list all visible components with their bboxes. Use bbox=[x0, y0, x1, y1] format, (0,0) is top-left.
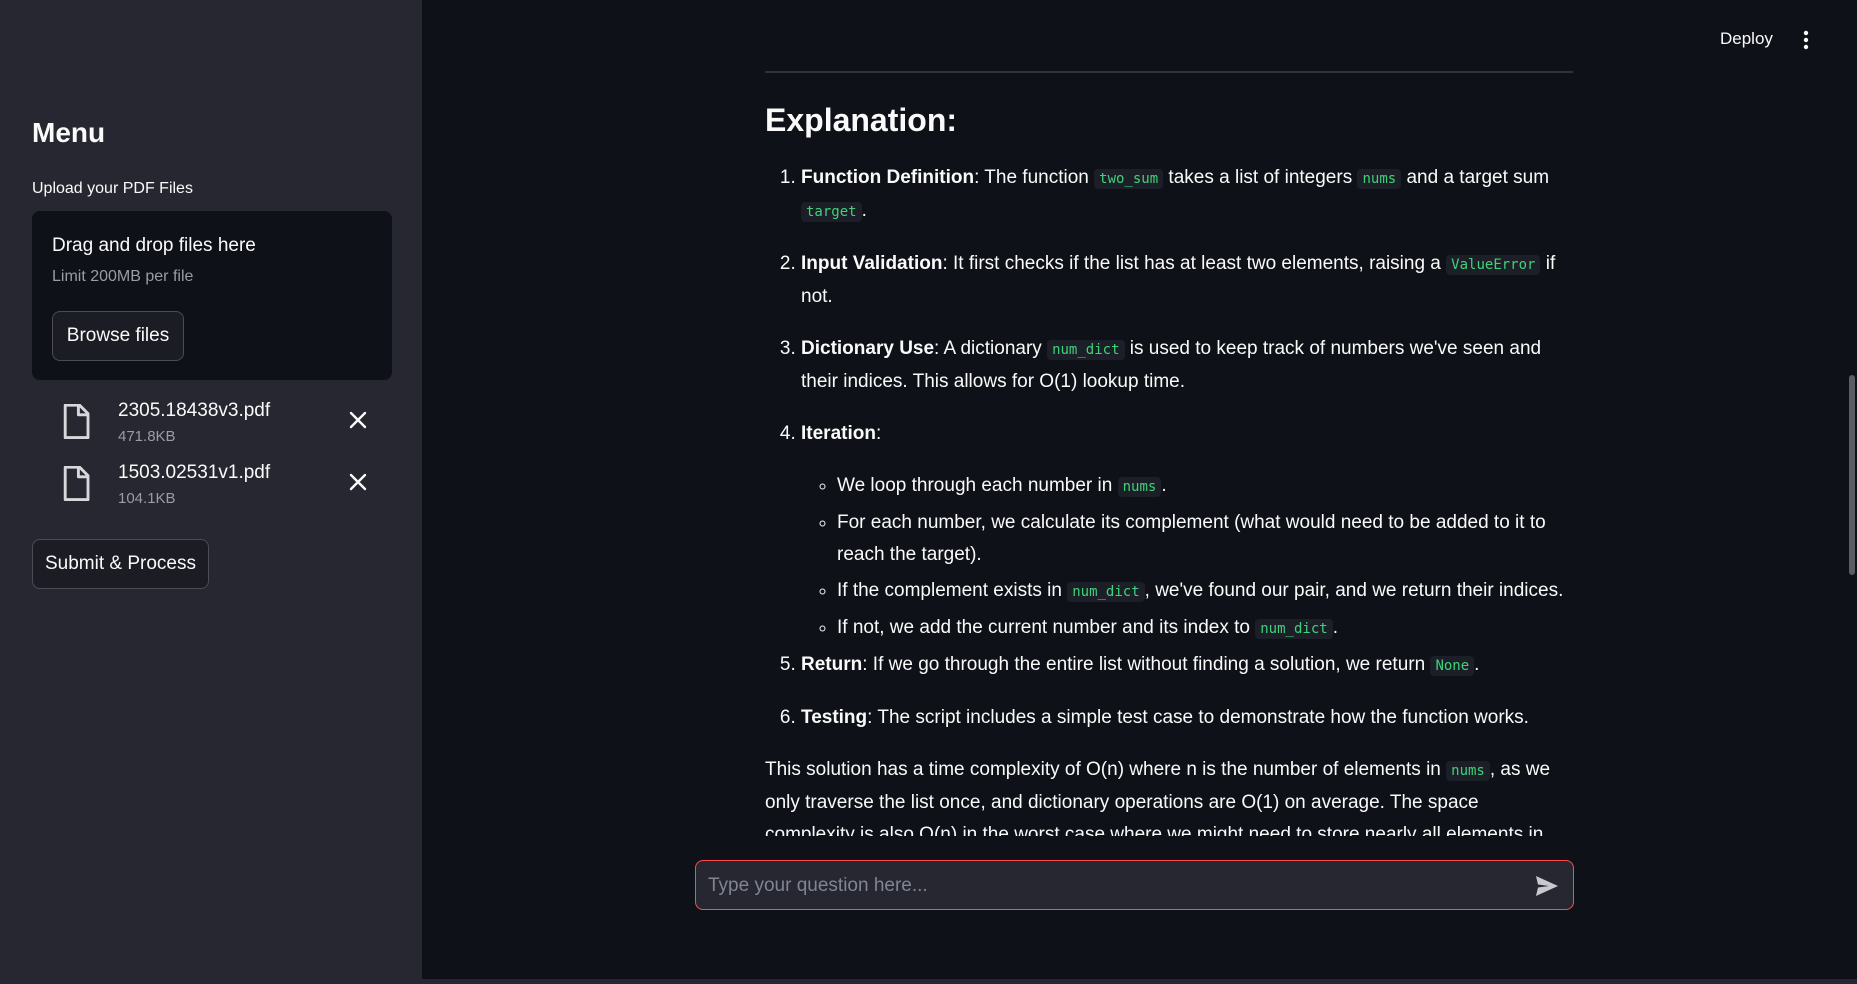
file-dropzone[interactable]: Drag and drop files here Limit 200MB per… bbox=[32, 211, 392, 380]
uploaded-file-item: 1503.02531v1.pdf 104.1KB bbox=[32, 462, 392, 518]
sidebar: Menu Upload your PDF Files Drag and drop… bbox=[0, 0, 422, 984]
list-item: Return: If we go through the entire list… bbox=[801, 649, 1573, 682]
sub-list-item: We loop through each number in nums. bbox=[837, 470, 1573, 503]
item-text: , we've found our pair, and we return th… bbox=[1144, 580, 1564, 601]
submit-process-button[interactable]: Submit & Process bbox=[32, 539, 209, 589]
file-name: 1503.02531v1.pdf bbox=[118, 462, 271, 483]
item-text: This solution has a time complexity of O… bbox=[765, 759, 1447, 780]
inline-code: num_dict bbox=[1067, 582, 1145, 602]
item-title: Testing bbox=[801, 707, 868, 728]
send-icon[interactable] bbox=[1534, 874, 1560, 898]
inline-code: nums bbox=[1357, 169, 1402, 189]
item-text: : A dictionary bbox=[934, 338, 1048, 359]
list-item: Iteration: We loop through each number i… bbox=[801, 418, 1573, 645]
item-text: For each number, we calculate its comple… bbox=[837, 512, 1546, 565]
list-item: Function Definition: The function two_su… bbox=[801, 162, 1573, 228]
sub-list-item: If the complement exists in num_dict, we… bbox=[837, 575, 1573, 608]
item-text: . bbox=[861, 200, 867, 221]
item-text: . bbox=[1474, 654, 1480, 675]
item-text: If not, we add the current number and it… bbox=[837, 617, 1256, 638]
inline-code: ValueError bbox=[1446, 255, 1541, 275]
item-text: : If we go through the entire list witho… bbox=[862, 654, 1431, 675]
sidebar-title: Menu bbox=[32, 117, 106, 148]
inline-code: num_dict bbox=[1047, 340, 1125, 360]
chat-input-container bbox=[695, 860, 1574, 911]
inline-code: nums bbox=[1117, 477, 1162, 497]
file-icon bbox=[63, 404, 90, 440]
item-text: We loop through each number in bbox=[837, 475, 1118, 496]
upload-label: Upload your PDF Files bbox=[32, 180, 193, 197]
item-text: : It first checks if the list has at lea… bbox=[942, 253, 1447, 274]
dropzone-limit: Limit 200MB per file bbox=[52, 268, 194, 285]
item-text: . bbox=[1332, 617, 1338, 638]
file-icon bbox=[63, 466, 90, 502]
close-icon[interactable] bbox=[346, 408, 370, 432]
inline-code: target bbox=[801, 202, 862, 222]
explanation-heading: Explanation: bbox=[765, 102, 958, 138]
sub-list-item: For each number, we calculate its comple… bbox=[837, 507, 1573, 571]
item-text: : The function bbox=[974, 167, 1095, 188]
inline-code: None bbox=[1430, 656, 1475, 676]
list-item: Dictionary Use: A dictionary num_dict is… bbox=[801, 333, 1573, 398]
close-icon[interactable] bbox=[346, 470, 370, 494]
item-text: takes a list of integers bbox=[1163, 167, 1358, 188]
deploy-button[interactable]: Deploy bbox=[1720, 29, 1773, 49]
item-title: Input Validation bbox=[801, 253, 943, 274]
uploaded-file-item: 2305.18438v3.pdf 471.8KB bbox=[32, 400, 392, 456]
inline-code: num_dict bbox=[1255, 619, 1333, 639]
sub-list-item: If not, we add the current number and it… bbox=[837, 612, 1573, 645]
list-item: Testing: The script includes a simple te… bbox=[801, 702, 1573, 734]
file-size: 104.1KB bbox=[118, 490, 176, 507]
list-item: Input Validation: It first checks if the… bbox=[801, 248, 1573, 313]
item-text: and a target sum bbox=[1401, 167, 1550, 188]
item-title: Dictionary Use bbox=[801, 338, 935, 359]
dropzone-title: Drag and drop files here bbox=[52, 235, 256, 256]
item-title: Return bbox=[801, 654, 863, 675]
iteration-sublist: We loop through each number in nums. For… bbox=[801, 470, 1573, 645]
item-text: If the complement exists in bbox=[837, 580, 1068, 601]
explanation-list: Function Definition: The function two_su… bbox=[765, 162, 1573, 734]
scrollbar[interactable] bbox=[1849, 375, 1855, 575]
file-size: 471.8KB bbox=[118, 428, 176, 445]
divider bbox=[765, 71, 1573, 73]
inline-code: nums bbox=[1446, 761, 1490, 781]
bottom-edge bbox=[0, 979, 1857, 984]
kebab-menu-icon[interactable] bbox=[1797, 28, 1815, 52]
inline-code: two_sum bbox=[1094, 169, 1164, 189]
item-text: . bbox=[1161, 475, 1167, 496]
item-title: Function Definition bbox=[801, 167, 975, 188]
browse-files-button[interactable]: Browse files bbox=[52, 311, 184, 361]
item-title: Iteration bbox=[801, 423, 876, 444]
file-name: 2305.18438v3.pdf bbox=[118, 400, 271, 421]
chat-response: Explanation: Function Definition: The fu… bbox=[765, 100, 1573, 836]
summary-paragraph: This solution has a time complexity of O… bbox=[765, 754, 1573, 836]
chat-input[interactable] bbox=[706, 861, 1510, 911]
item-text: : bbox=[875, 423, 882, 444]
item-text: : The script includes a simple test case… bbox=[867, 707, 1529, 728]
